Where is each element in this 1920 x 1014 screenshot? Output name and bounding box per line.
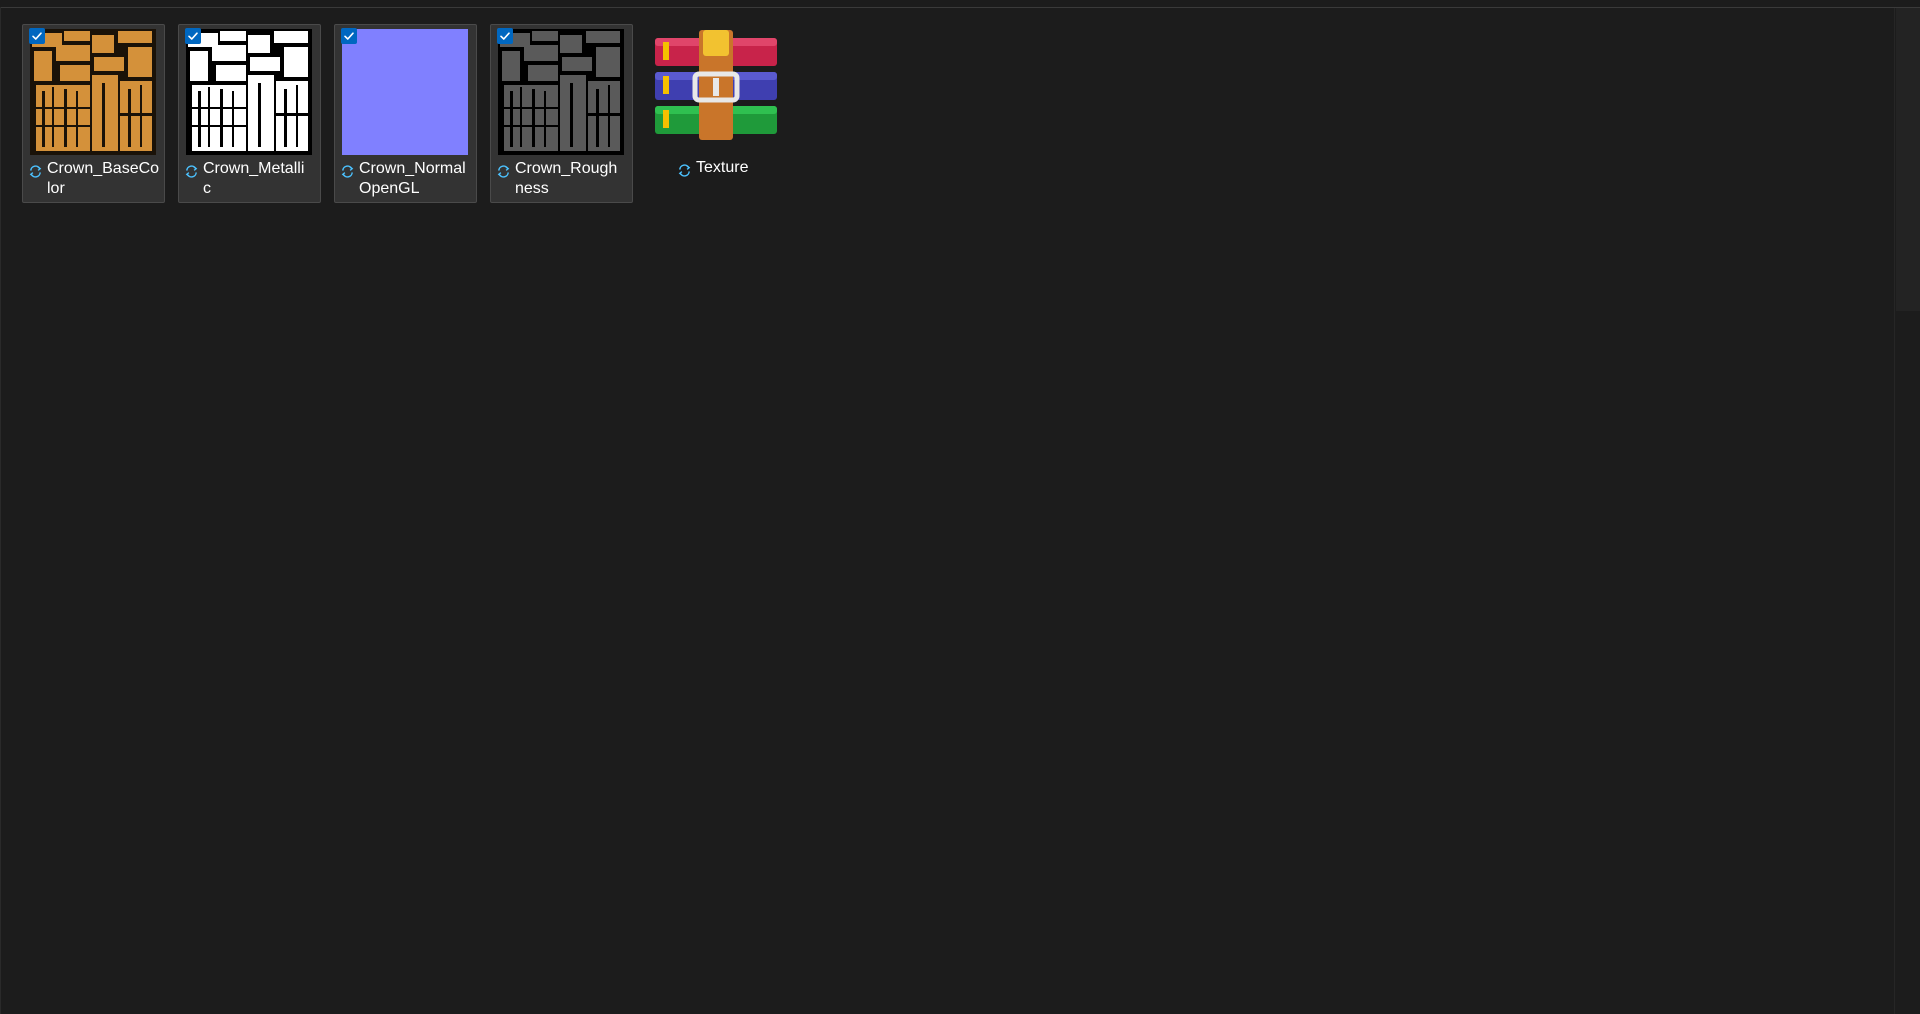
selection-checkbox[interactable] [497, 28, 513, 44]
texture-thumbnail-gray [498, 29, 624, 155]
file-name-label: Crown_Normal OpenGL [359, 160, 466, 197]
file-name-label: Texture [696, 159, 749, 176]
thumbnail-roughness [498, 29, 624, 155]
sync-icon [184, 164, 199, 179]
sync-icon [340, 164, 355, 179]
thumbnail-normal [342, 29, 468, 155]
vertical-scrollbar[interactable] [1894, 8, 1920, 1014]
file-item-crown-normalopengl[interactable]: Crown_Normal OpenGL [334, 24, 477, 203]
file-name-label: Crown_BaseCo lor [47, 160, 160, 197]
file-item-crown-metallic[interactable]: Crown_Metalli c [178, 24, 321, 203]
checkmark-icon [32, 32, 42, 40]
sync-icon [28, 164, 43, 179]
file-item-crown-basecolor[interactable]: Crown_BaseCo lor [22, 24, 165, 203]
file-name-label: Crown_Metalli c [203, 160, 305, 197]
scrollbar-thumb[interactable] [1896, 8, 1920, 311]
texture-thumbnail-white [186, 29, 312, 155]
thumbnail-archive [653, 28, 779, 154]
file-item-crown-roughness[interactable]: Crown_Rough ness [490, 24, 633, 203]
selection-checkbox[interactable] [341, 28, 357, 44]
file-item-texture-archive[interactable]: Texture [646, 24, 789, 203]
sync-icon [677, 163, 692, 178]
checkmark-icon [344, 32, 354, 40]
texture-thumbnail-normal [342, 29, 468, 155]
thumbnail-metallic [186, 29, 312, 155]
selection-checkbox[interactable] [185, 28, 201, 44]
window-top-border [0, 0, 1920, 8]
checkmark-icon [500, 32, 510, 40]
file-name-label: Crown_Rough ness [515, 160, 618, 197]
selection-checkbox[interactable] [29, 28, 45, 44]
thumbnail-basecolor [30, 29, 156, 155]
checkmark-icon [188, 32, 198, 40]
winrar-archive-icon [655, 30, 777, 140]
file-list-area[interactable]: Crown_BaseCo lor Crown_Metalli c Crown_N… [1, 8, 1894, 1014]
sync-icon [496, 164, 511, 179]
texture-thumbnail-orange [30, 29, 156, 155]
